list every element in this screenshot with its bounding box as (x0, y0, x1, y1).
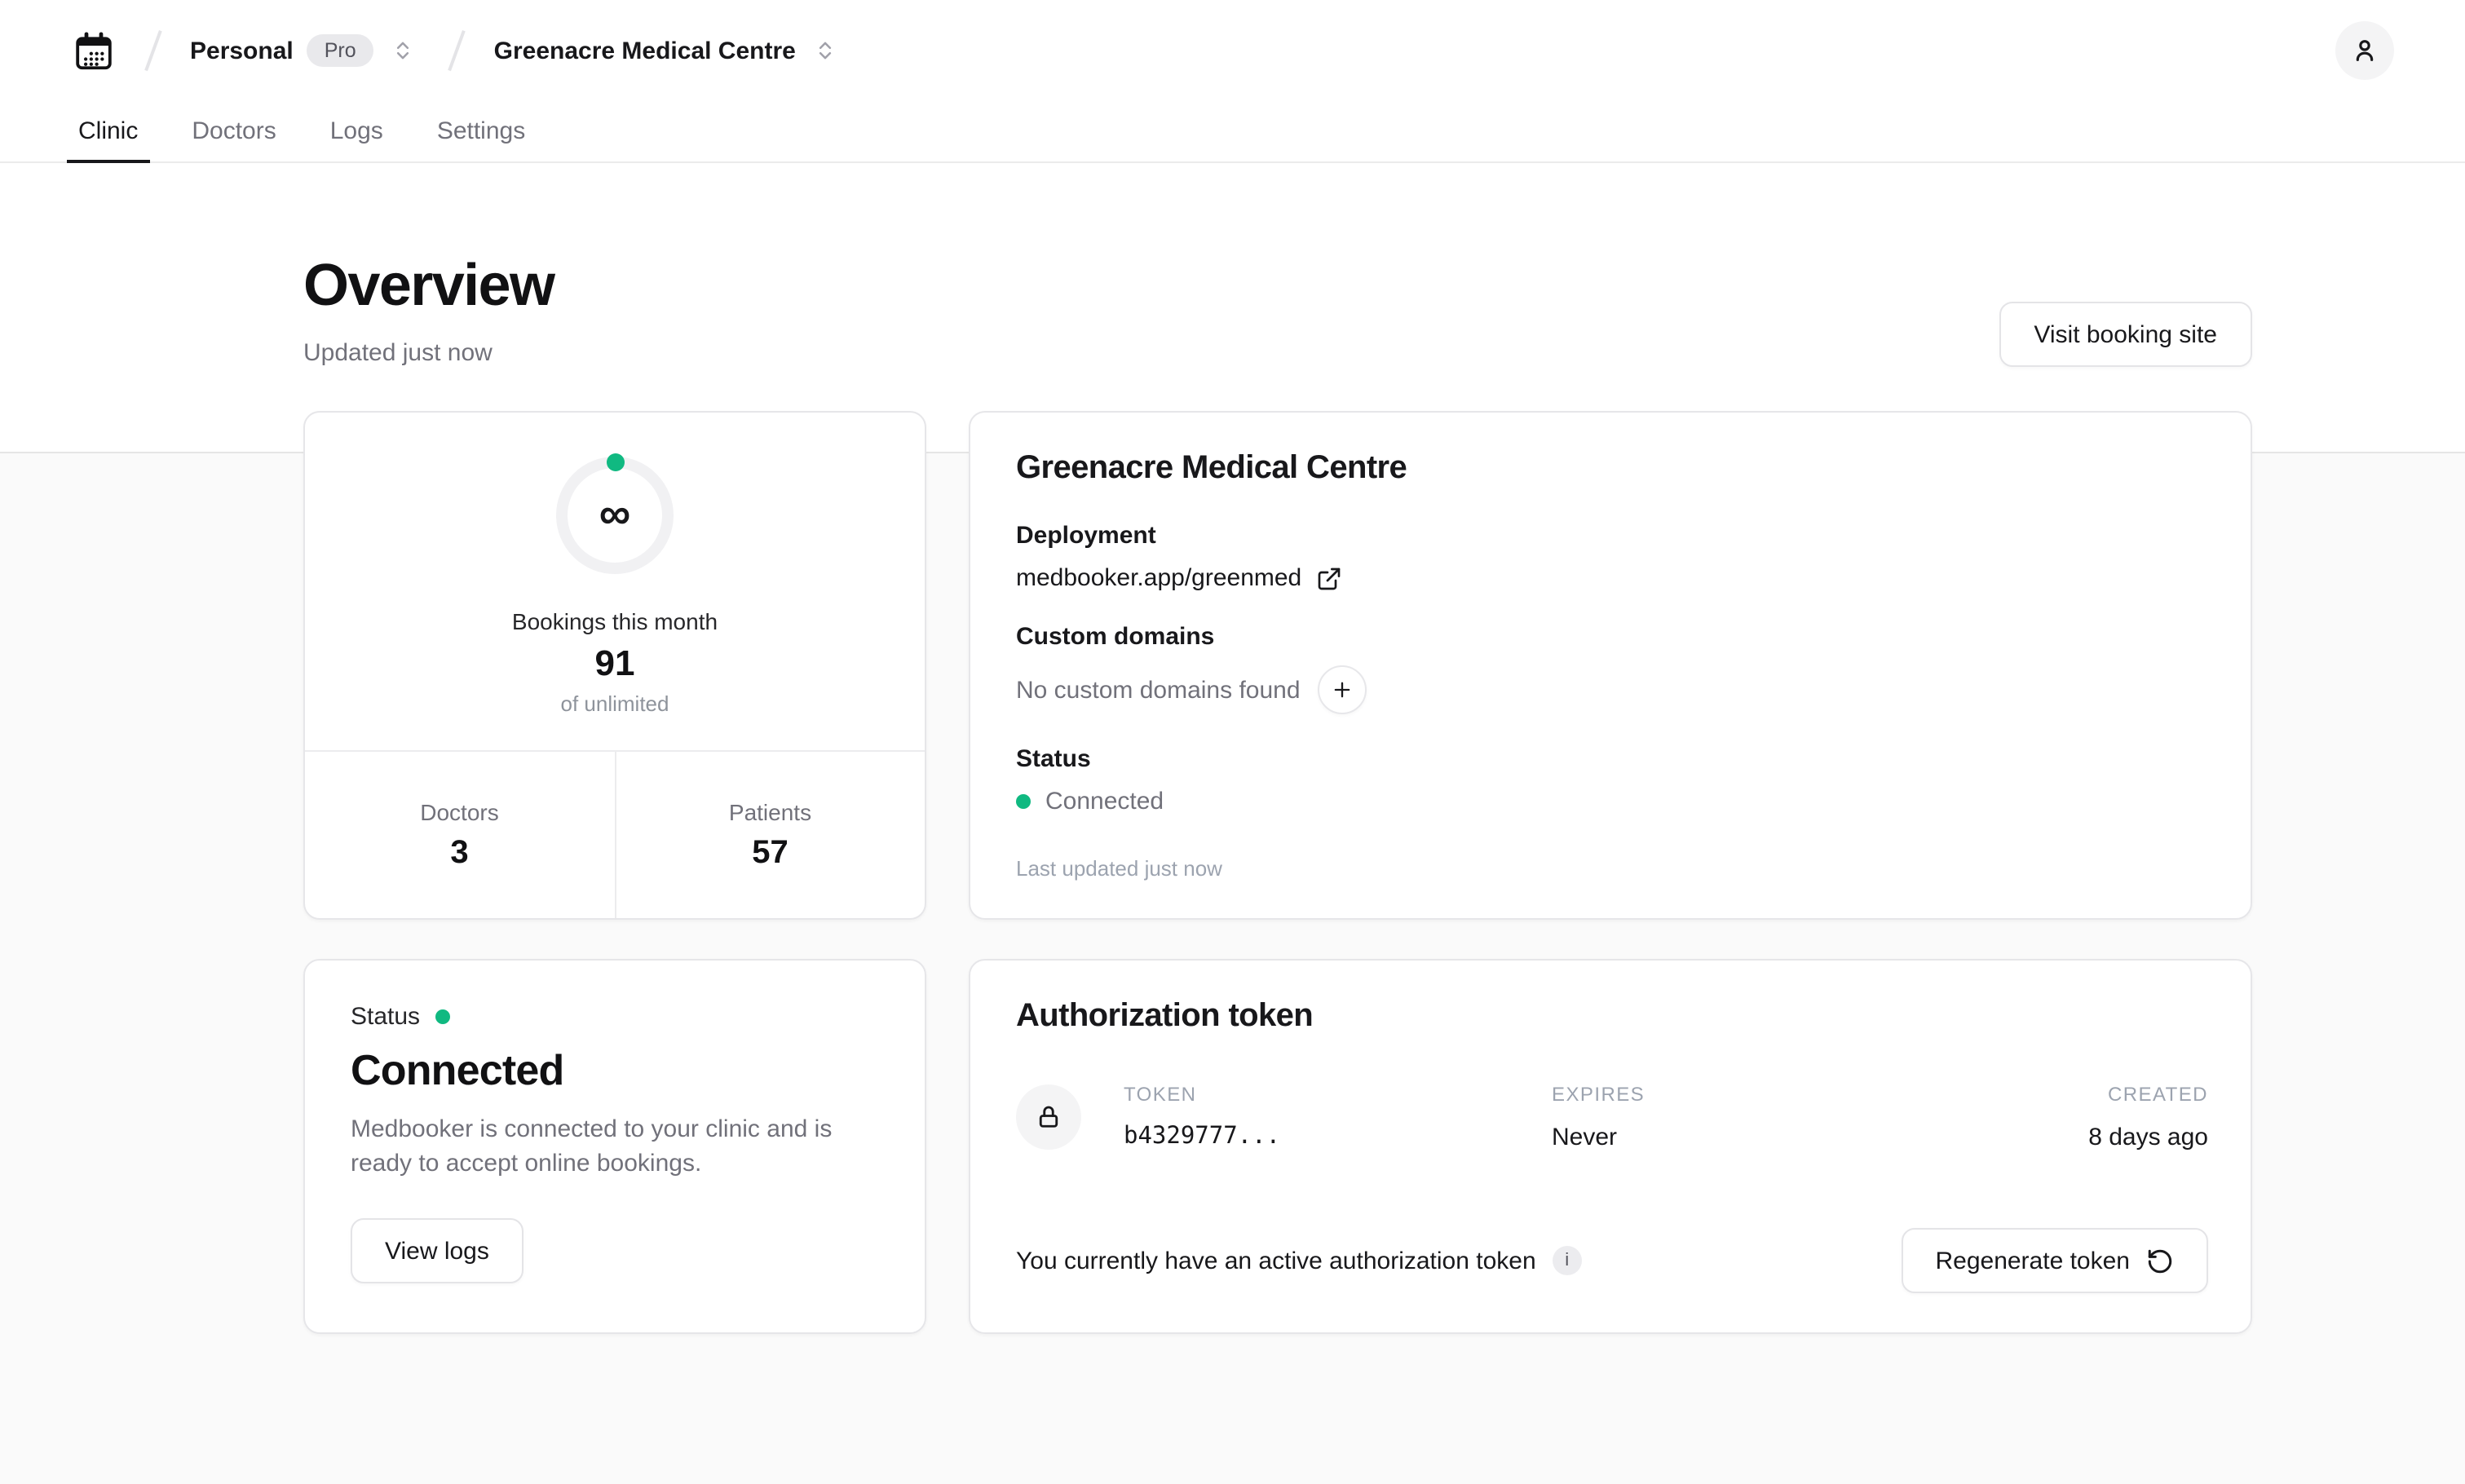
usage-stats-row: Doctors 3 Patients 57 (305, 752, 925, 918)
created-value: 8 days ago (1923, 1124, 2208, 1151)
token-column-label: TOKEN (1124, 1083, 1552, 1106)
deployment-url: medbooker.app/greenmed (1016, 564, 1301, 592)
content-section: ∞ Bookings this month 91 of unlimited Do… (0, 452, 2465, 1484)
stat-label: Patients (729, 798, 811, 824)
app-logo-button[interactable] (72, 29, 116, 73)
created-column-label: CREATED (1923, 1083, 2208, 1106)
deployment-link[interactable]: medbooker.app/greenmed (1016, 564, 2205, 592)
calendar-icon (72, 29, 116, 73)
token-footer: You currently have an active authorizati… (1016, 1228, 2208, 1293)
deployment-field: Deployment medbooker.app/greenmed (1016, 522, 2205, 592)
connection-status-label: Status (351, 1003, 420, 1031)
hero-section: Overview Updated just now Visit booking … (0, 163, 2465, 452)
breadcrumb-divider (144, 30, 161, 71)
regenerate-token-button[interactable]: Regenerate token (1901, 1228, 2208, 1293)
status-value: Connected (1045, 788, 1164, 815)
token-footer-note: You currently have an active authorizati… (1016, 1246, 1582, 1275)
usage-metric-limit: of unlimited (561, 691, 669, 716)
expires-column: EXPIRES Never (1552, 1083, 1923, 1151)
page-title: Overview (303, 251, 554, 320)
tab-logs[interactable]: Logs (314, 101, 400, 161)
stat-value: 57 (752, 834, 789, 872)
created-column: CREATED 8 days ago (1923, 1083, 2208, 1151)
expires-column-label: EXPIRES (1552, 1083, 1923, 1106)
custom-domains-label: Custom domains (1016, 623, 2205, 651)
infinity-icon: ∞ (599, 492, 631, 536)
authorization-token-card: Authorization token TOKEN (969, 959, 2252, 1334)
team-name: Personal (190, 37, 294, 64)
person-icon (2348, 34, 2380, 67)
project-switcher-button[interactable] (809, 31, 842, 70)
connection-status-title: Connected (351, 1045, 564, 1096)
add-domain-button[interactable] (1319, 665, 1367, 714)
usage-metric-value: 91 (595, 643, 635, 685)
project-name: Greenacre Medical Centre (494, 37, 796, 64)
regenerate-token-label: Regenerate token (1935, 1247, 2130, 1274)
info-icon[interactable]: i (1553, 1246, 1582, 1275)
hero-text: Overview Updated just now (303, 251, 554, 367)
chevron-updown-icon (392, 39, 415, 62)
stat-patients: Patients 57 (614, 752, 925, 918)
lock-icon (1034, 1102, 1063, 1132)
chevron-updown-icon (814, 39, 837, 62)
team-switcher-button[interactable] (387, 31, 420, 70)
deployment-label: Deployment (1016, 522, 2205, 550)
topbar-row: Personal Pro Greenacre Medical Centre (0, 0, 2465, 101)
rotate-ccw-icon (2146, 1247, 2174, 1274)
updated-timestamp: Updated just now (303, 339, 554, 367)
tab-settings[interactable]: Settings (421, 101, 541, 161)
expires-value: Never (1552, 1124, 1923, 1151)
user-menu-button[interactable] (2335, 21, 2393, 80)
clinic-card: Greenacre Medical Centre Deployment medb… (969, 411, 2252, 920)
tab-clinic[interactable]: Clinic (62, 101, 154, 161)
stat-doctors: Doctors 3 (305, 752, 614, 918)
stat-label: Doctors (420, 798, 498, 824)
usage-ring-dot (606, 453, 624, 471)
lock-icon-circle (1016, 1084, 1081, 1150)
custom-domains-field: Custom domains No custom domains found (1016, 623, 2205, 714)
connection-status-description: Medbooker is connected to your clinic an… (351, 1114, 879, 1181)
connection-status-dot (435, 1009, 449, 1024)
token-columns: TOKEN b4329777... EXPIRES Never CREATED … (1124, 1083, 2208, 1151)
status-dot (1016, 794, 1031, 809)
app-root: Personal Pro Greenacre Medical Centre (0, 0, 2465, 1484)
status-row: Connected (1016, 788, 2205, 815)
connection-status-card: Status Connected Medbooker is connected … (303, 959, 926, 1334)
status-field: Status Connected (1016, 745, 2205, 815)
cards-grid: ∞ Bookings this month 91 of unlimited Do… (303, 411, 2465, 1334)
usage-gauge-block: ∞ Bookings this month 91 of unlimited (305, 413, 925, 750)
breadcrumb-divider (448, 30, 466, 71)
usage-card: ∞ Bookings this month 91 of unlimited Do… (303, 411, 926, 920)
token-column: TOKEN b4329777... (1124, 1083, 1552, 1151)
connection-label-row: Status (351, 1003, 449, 1031)
external-link-icon (1316, 565, 1342, 591)
status-label: Status (1016, 745, 2205, 773)
token-row: TOKEN b4329777... EXPIRES Never CREATED … (1016, 1083, 2208, 1151)
usage-ring: ∞ (556, 457, 674, 574)
breadcrumb-team: Personal Pro (190, 31, 420, 70)
plus-icon (1332, 678, 1354, 701)
clinic-card-title: Greenacre Medical Centre (1016, 450, 2205, 488)
custom-domains-empty-text: No custom domains found (1016, 676, 1301, 704)
topbar: Personal Pro Greenacre Medical Centre (0, 0, 2465, 163)
token-footer-text: You currently have an active authorizati… (1016, 1247, 1536, 1274)
token-card-title: Authorization token (1016, 998, 2208, 1036)
view-logs-button[interactable]: View logs (351, 1219, 523, 1284)
tab-doctors[interactable]: Doctors (175, 101, 292, 161)
visit-booking-site-button[interactable]: Visit booking site (1999, 302, 2251, 367)
last-updated-text: Last updated just now (1016, 856, 2205, 881)
stat-value: 3 (450, 834, 468, 872)
plan-badge: Pro (307, 35, 374, 67)
token-value: b4329777... (1124, 1124, 1552, 1150)
tab-bar: Clinic Doctors Logs Settings (0, 101, 2465, 163)
usage-metric-label: Bookings this month (512, 608, 718, 634)
custom-domains-row: No custom domains found (1016, 665, 2205, 714)
breadcrumb-project: Greenacre Medical Centre (494, 31, 842, 70)
